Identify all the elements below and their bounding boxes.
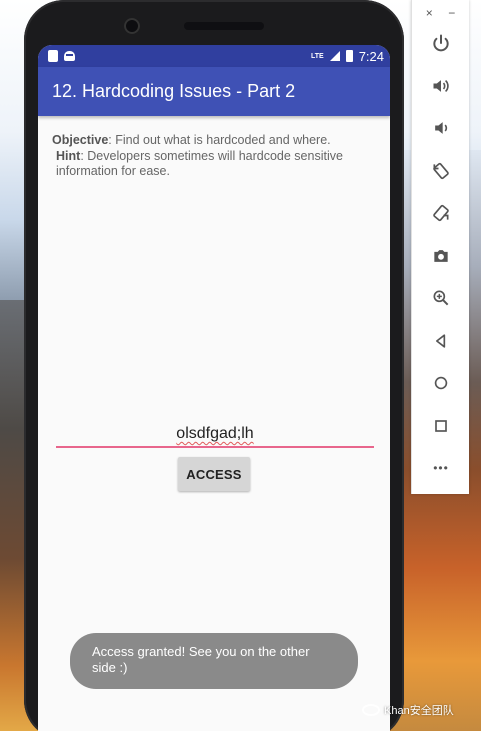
hint-label: Hint	[56, 148, 81, 163]
overview-button[interactable]	[412, 405, 470, 448]
sd-card-icon	[48, 50, 58, 62]
back-button[interactable]	[412, 320, 470, 363]
app-bar: 12. Hardcoding Issues - Part 2	[38, 67, 390, 116]
zoom-button[interactable]	[412, 277, 470, 320]
objective-label: Objective	[52, 133, 109, 147]
minimize-icon[interactable]: −	[448, 6, 455, 22]
status-bar: LTE 7:24	[38, 45, 390, 67]
signal-icon	[329, 51, 340, 61]
overview-icon	[435, 419, 447, 432]
more-icon: •••	[433, 461, 449, 476]
volume-up-button[interactable]	[412, 65, 470, 108]
objective-text: : Find out what is hardcoded and where.	[108, 133, 331, 147]
emulator-side-panel: × − •••	[411, 0, 469, 494]
volume-down-icon	[435, 122, 448, 135]
earpiece-speaker	[184, 22, 264, 30]
zoom-icon	[433, 290, 449, 306]
toast-message: Access granted! See you on the other sid…	[70, 633, 358, 689]
android-notification-icon	[64, 51, 75, 61]
home-button[interactable]	[412, 362, 470, 405]
screenshot-button[interactable]	[412, 235, 470, 278]
access-button[interactable]: ACCESS	[178, 457, 250, 491]
device-screen: LTE 7:24 12. Hardcoding Issues - Part 2 …	[38, 45, 390, 731]
watermark: Khan安全团队	[362, 702, 454, 718]
battery-icon	[345, 50, 353, 62]
secret-input-field[interactable]: olsdfgad;lh	[56, 420, 374, 448]
front-camera-icon	[124, 18, 140, 34]
instructions: Objective: Find out what is hardcoded an…	[38, 116, 390, 180]
camera-icon	[434, 249, 448, 262]
page-title: 12. Hardcoding Issues - Part 2	[52, 81, 296, 101]
volume-down-button[interactable]	[412, 107, 470, 150]
wechat-icon	[362, 704, 380, 716]
rotate-right-icon	[433, 205, 449, 222]
power-button[interactable]	[412, 22, 470, 65]
back-icon	[436, 334, 446, 348]
status-time: 7:24	[358, 48, 384, 64]
secret-input-value[interactable]: olsdfgad;lh	[176, 425, 253, 443]
volume-up-icon	[433, 79, 449, 92]
watermark-text: Khan安全团队	[384, 705, 454, 717]
rotate-left-button[interactable]	[412, 150, 470, 193]
power-icon	[433, 34, 449, 52]
close-icon[interactable]: ×	[426, 6, 433, 22]
hint-text: : Developers sometimes will hardcode sen…	[56, 148, 343, 179]
rotate-right-button[interactable]	[412, 192, 470, 235]
lte-label: LTE	[310, 52, 324, 60]
more-button[interactable]: •••	[412, 447, 470, 490]
home-icon	[434, 377, 448, 390]
rotate-left-icon	[433, 162, 449, 179]
